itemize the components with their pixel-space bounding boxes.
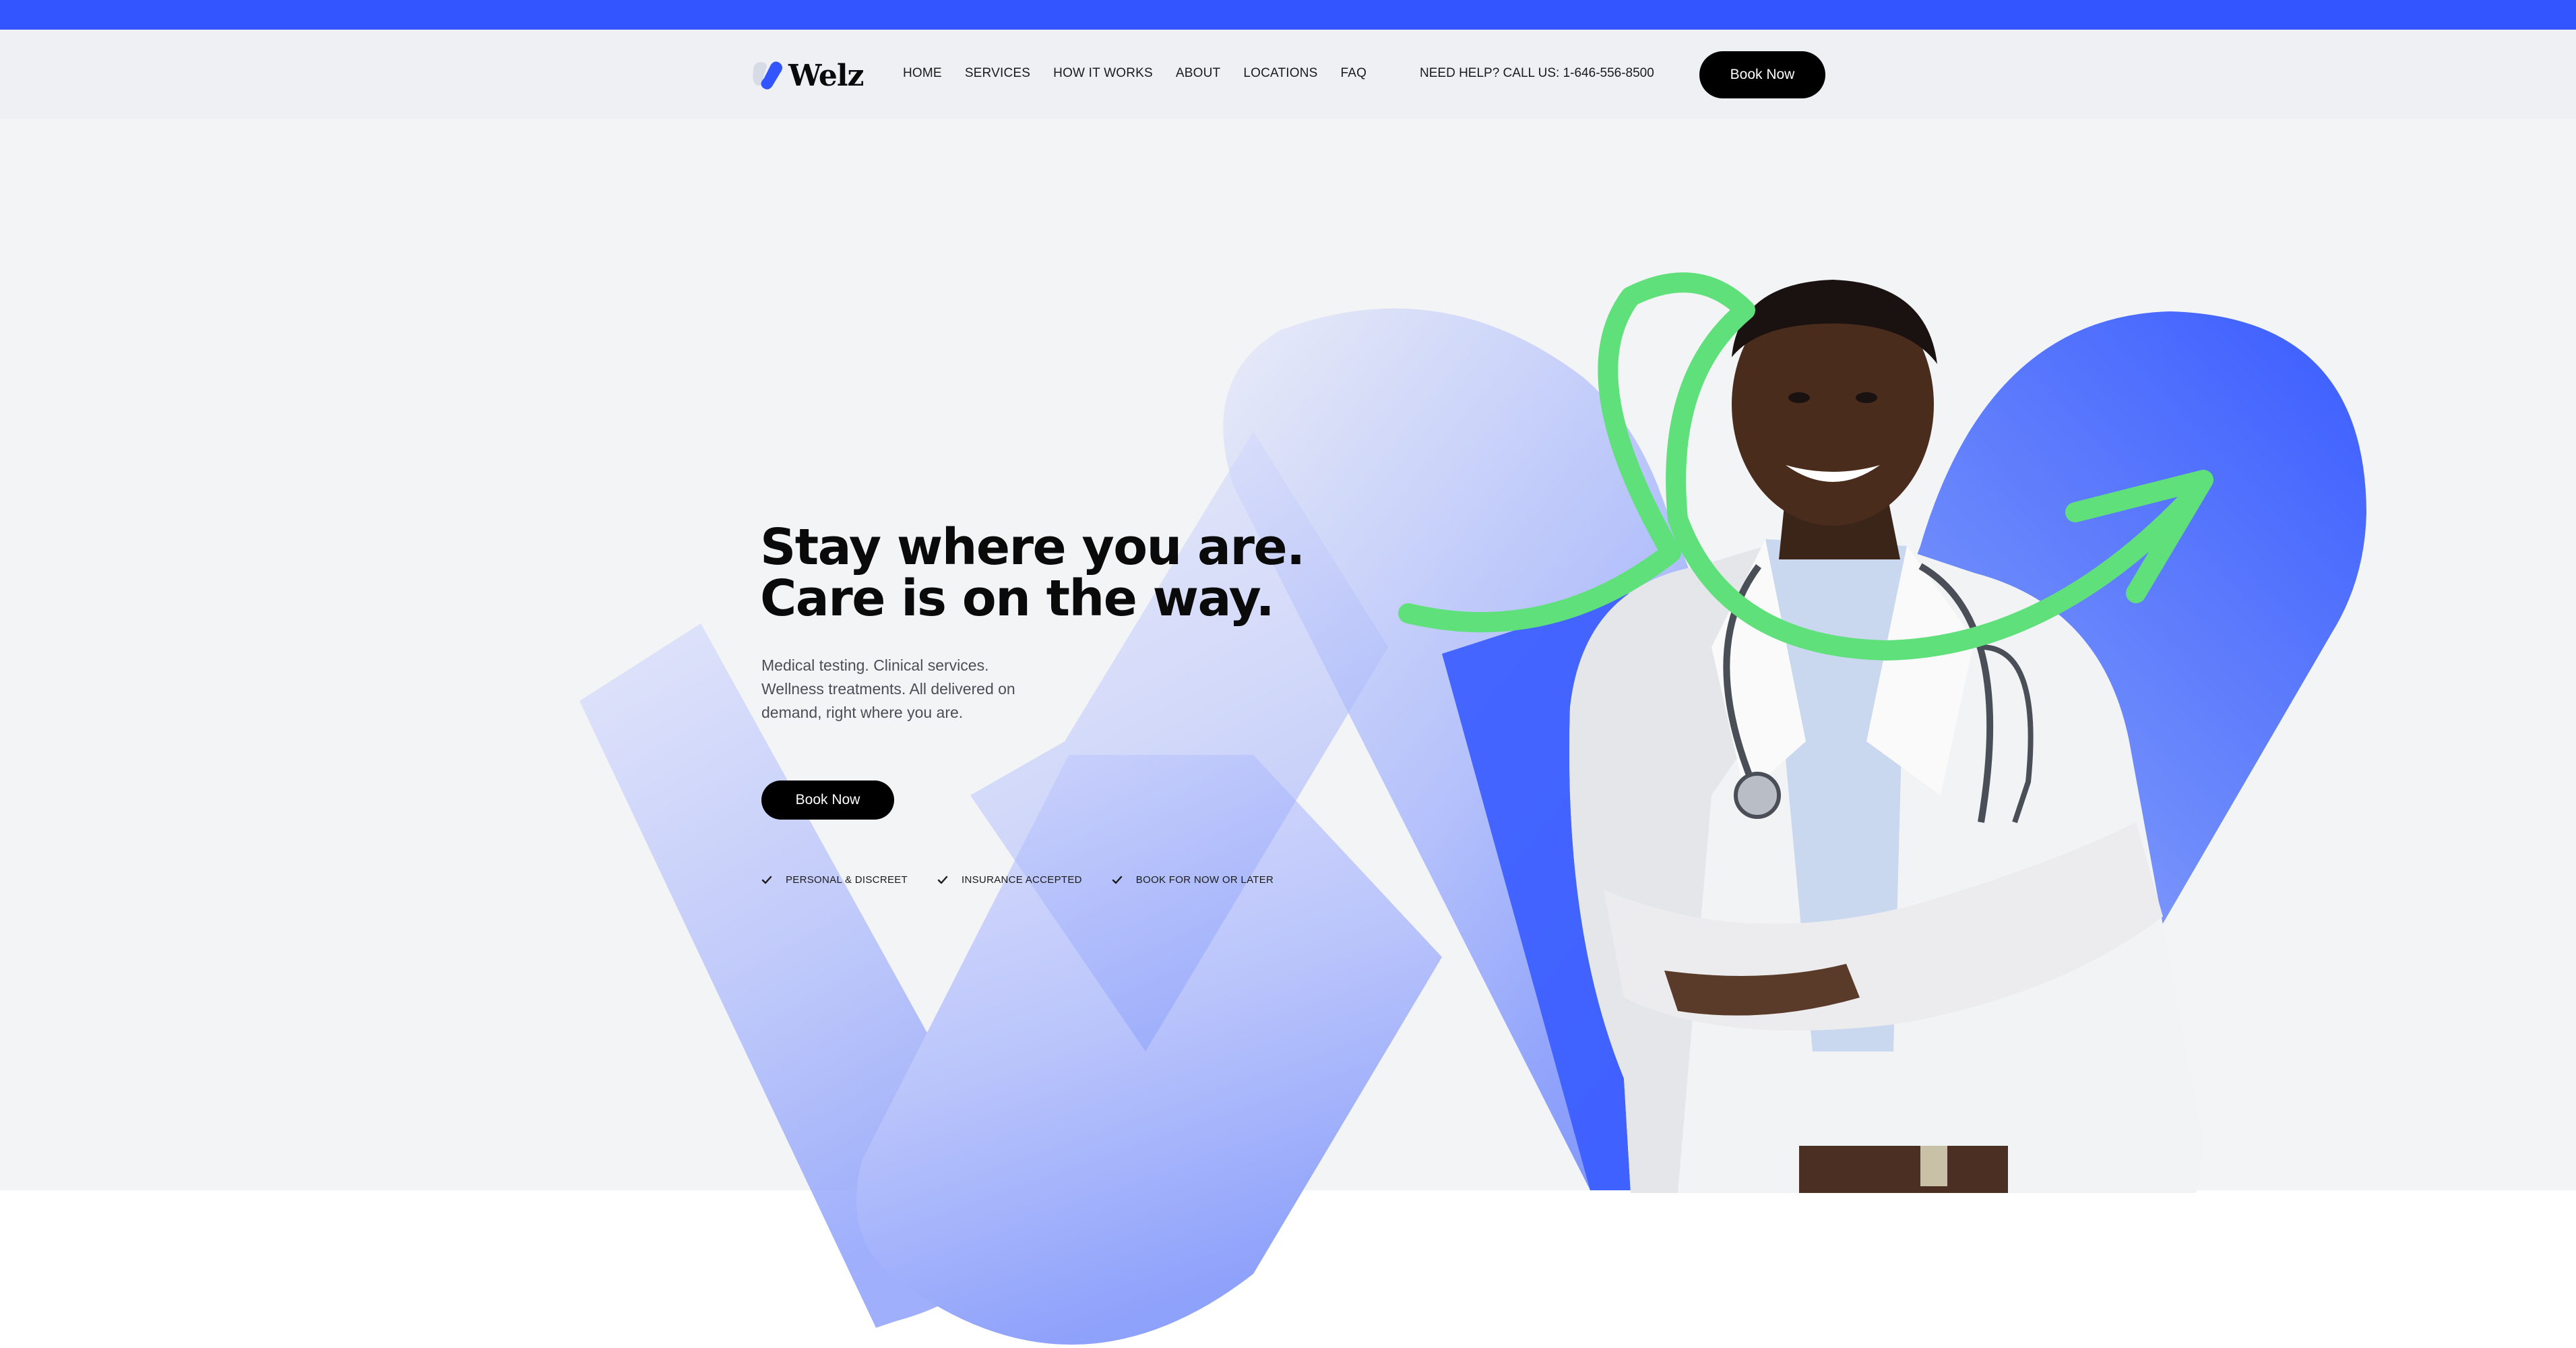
check-icon: [1112, 876, 1122, 884]
logo-mark-icon: [753, 61, 782, 90]
feature-item: BOOK FOR NOW OR LATER: [1112, 874, 1274, 886]
feature-label: INSURANCE ACCEPTED: [962, 874, 1082, 886]
main-nav: HOME SERVICES HOW IT WORKS ABOUT LOCATIO…: [903, 66, 1389, 81]
hero-book-now-button[interactable]: Book Now: [761, 780, 894, 820]
check-icon: [937, 876, 948, 884]
feature-label: BOOK FOR NOW OR LATER: [1135, 874, 1274, 886]
feature-label: PERSONAL & DISCREET: [786, 874, 908, 886]
logo-text: Welz: [788, 58, 865, 93]
nav-faq[interactable]: FAQ: [1341, 66, 1367, 81]
feature-item: PERSONAL & DISCREET: [761, 874, 908, 886]
nav-home[interactable]: HOME: [903, 66, 942, 81]
hero-features: PERSONAL & DISCREET INSURANCE ACCEPTED B…: [761, 874, 1303, 886]
smiling-doctor-photo: [1569, 280, 2203, 1193]
nav-services[interactable]: SERVICES: [965, 66, 1030, 81]
logo[interactable]: Welz: [749, 57, 865, 94]
help-phone-link[interactable]: NEED HELP? CALL US: 1-646-556-8500: [1420, 66, 1654, 81]
nav-locations[interactable]: LOCATIONS: [1243, 66, 1317, 81]
header-book-now-button[interactable]: Book Now: [1699, 51, 1825, 98]
hero-headline-line1: Stay where you are.: [760, 518, 1305, 576]
nav-about[interactable]: ABOUT: [1176, 66, 1220, 81]
hero-headline-line2: Care is on the way.: [760, 570, 1275, 627]
check-icon: [761, 876, 772, 884]
feature-item: INSURANCE ACCEPTED: [937, 874, 1082, 886]
hero-subtext: Medical testing. Clinical services. Well…: [761, 656, 1015, 721]
hero-headline: Stay where you are. Care is on the way.: [760, 522, 1366, 624]
nav-how-it-works[interactable]: HOW IT WORKS: [1053, 66, 1153, 81]
